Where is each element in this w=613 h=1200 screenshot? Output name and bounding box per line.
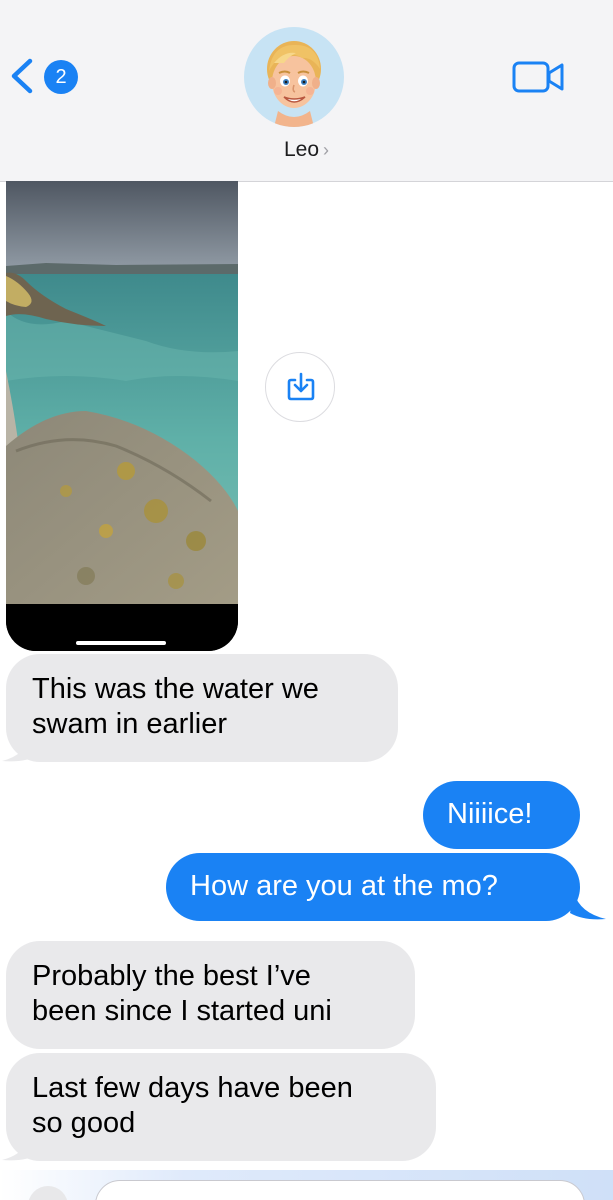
contact-name-button[interactable]: Leo › (0, 138, 613, 162)
message-line: Probably the best I’ve (32, 960, 311, 992)
message-line: swam in earlier (32, 708, 227, 740)
photo-message[interactable] (6, 181, 238, 651)
message-line: Niiiice! (447, 798, 533, 830)
message-line: This was the water we (32, 673, 319, 705)
memoji-avatar (267, 41, 321, 127)
message-line: been since I started uni (32, 995, 332, 1027)
video-camera-icon (512, 61, 564, 93)
message-line: Last few days have been (32, 1072, 353, 1104)
unread-count-badge: 2 (44, 60, 78, 94)
facetime-video-button[interactable] (512, 60, 566, 94)
message-input[interactable] (95, 1180, 585, 1200)
chevron-left-icon (11, 58, 33, 94)
messages-screen: 2 Leo › This was the water we swam in ea… (0, 0, 613, 1200)
message-bubble-incoming[interactable]: Probably the best I’ve been since I star… (6, 941, 415, 1049)
save-to-photos-icon (287, 372, 315, 401)
chevron-right-icon: › (323, 140, 330, 160)
message-line: so good (32, 1107, 136, 1139)
contact-name: Leo (283, 138, 320, 161)
message-bubble-outgoing[interactable]: Niiiice! (423, 781, 580, 849)
conversation-header: 2 Leo › (0, 0, 613, 182)
message-line: How are you at the mo? (190, 870, 498, 902)
sea-photo (6, 181, 238, 651)
back-button[interactable]: 2 (8, 58, 78, 94)
contact-avatar[interactable] (244, 27, 344, 127)
photo-scrubber-bar (76, 641, 166, 645)
message-bubble-incoming[interactable]: This was the water we swam in earlier (6, 654, 398, 762)
message-bubble-outgoing[interactable]: How are you at the mo? (166, 853, 580, 921)
message-bubble-incoming[interactable]: Last few days have been so good (6, 1053, 436, 1161)
save-photo-button[interactable] (265, 352, 335, 422)
